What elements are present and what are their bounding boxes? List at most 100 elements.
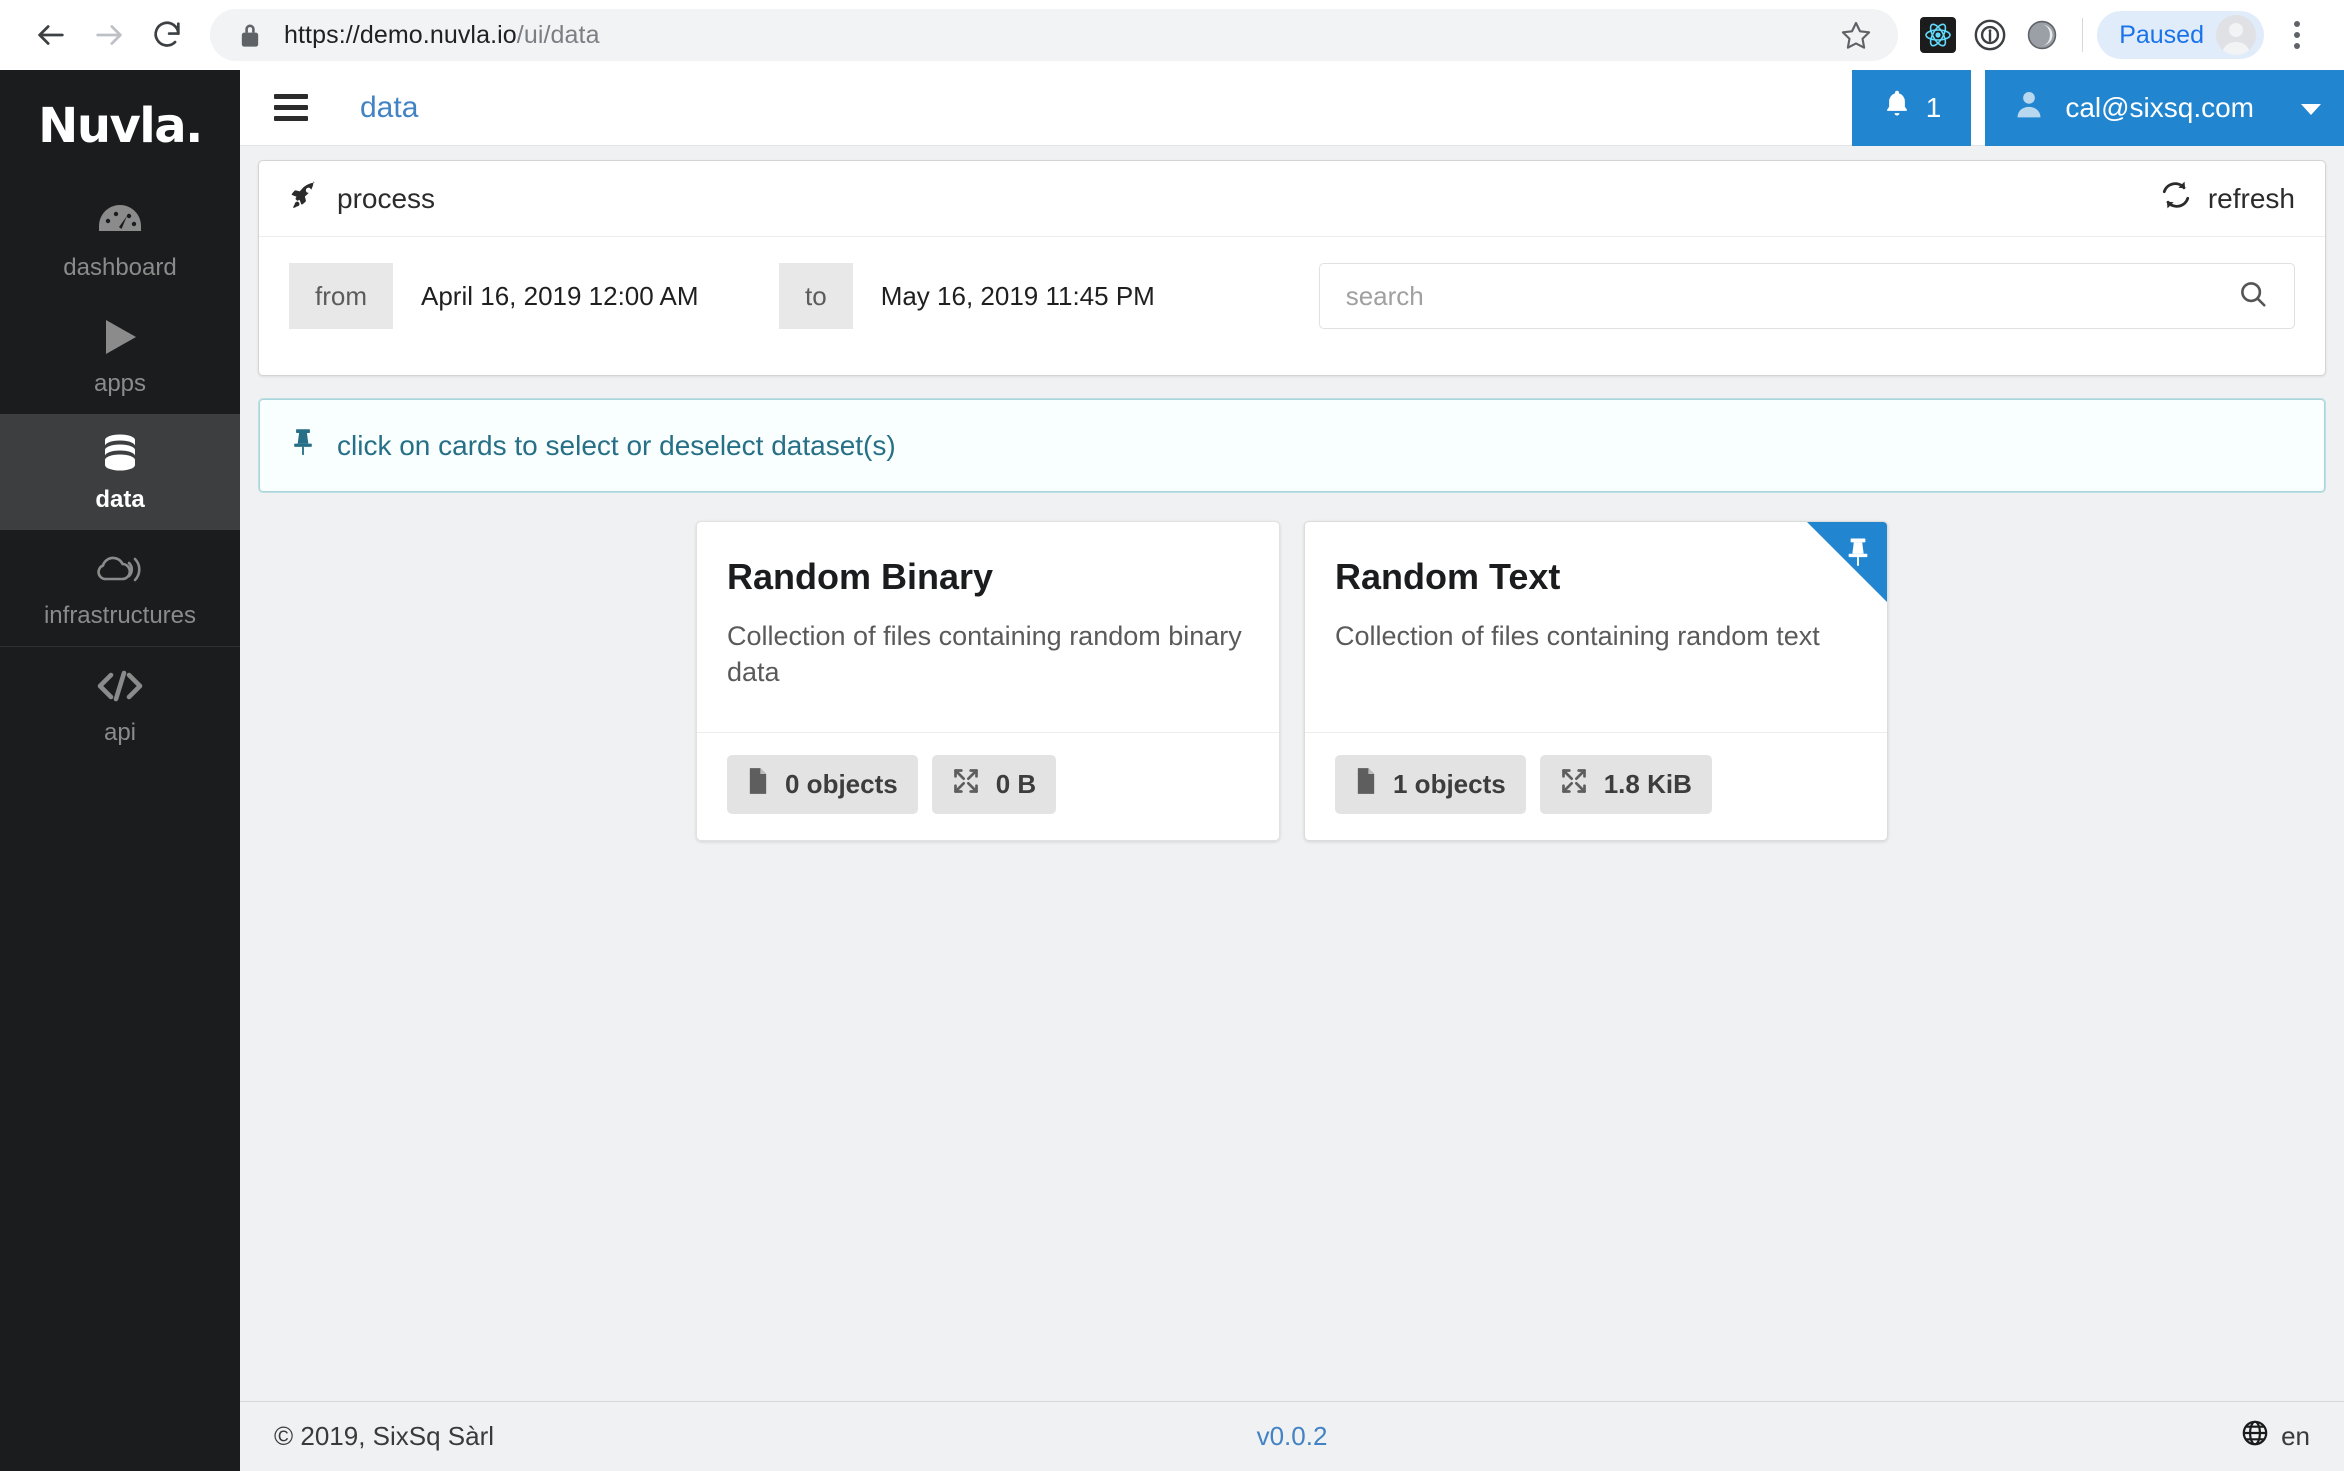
kebab-menu-icon[interactable] [2272,9,2322,61]
info-message: click on cards to select or deselect dat… [258,398,2326,493]
dataset-card-footer: 1 objects 1.8 KiB [1305,732,1887,840]
dataset-card-body: Random Text Collection of files containi… [1305,522,1887,732]
sidebar-item-data[interactable]: data [0,414,240,530]
profile-pill[interactable]: Paused [2097,11,2264,59]
extension-icon[interactable] [2016,9,2068,61]
dataset-card-title: Random Text [1335,556,1561,597]
user-menu-button[interactable]: cal@sixsq.com [1985,69,2344,146]
to-label: to [779,263,853,329]
nuvla-logo[interactable]: Nuvla. [0,70,240,182]
hamburger-icon[interactable] [274,94,308,121]
avatar-icon [2216,15,2256,55]
search-icon[interactable] [2238,279,2268,314]
dataset-card-title: Random Binary [727,556,994,597]
version-link[interactable]: v0.0.2 [1257,1421,1328,1452]
size-label: 1.8 KiB [1603,769,1692,799]
star-icon[interactable] [1840,19,1872,51]
pin-icon [289,427,317,464]
refresh-button[interactable]: refresh [2160,179,2295,218]
size-label: 0 B [995,769,1037,799]
kebab-dot [2294,43,2300,49]
sidebar-item-infrastructures[interactable]: infrastructures [0,530,240,646]
refresh-label: refresh [2207,182,2295,214]
lock-icon [238,21,262,49]
dataset-card-body: Random Binary Collection of files contai… [697,522,1279,732]
arrow-left-icon [34,18,68,52]
dataset-card-description: Collection of files containing random te… [1335,621,1820,651]
object-count-label: 0 objects [785,769,898,799]
dataset-card-random-text[interactable]: Random Text Collection of files containi… [1304,521,1888,841]
logo-text: Nuvla. [38,98,203,154]
dataset-card-description: Collection of files containing random bi… [727,621,1242,688]
to-date-input[interactable]: May 16, 2019 11:45 PM [852,263,1305,329]
play-triangle-icon [98,314,142,360]
object-count-chip: 0 objects [727,755,918,814]
copyright-label: © 2019, SixSq Sàrl [274,1421,495,1451]
process-panel-body: from April 16, 2019 12:00 AM to May 16, … [259,237,2325,375]
cloud-signal-icon [94,546,146,592]
sidebar-item-label: data [95,486,145,513]
top-bar: data 1 cal@sixsq.com [240,69,2344,146]
process-panel: process refresh from April 16, 2019 12:0… [258,160,2326,376]
search-input[interactable] [1345,280,2238,312]
from-date-input[interactable]: April 16, 2019 12:00 AM [393,263,779,329]
pin-icon [1843,536,1873,573]
database-icon [98,430,142,476]
arrow-right-icon [92,18,126,52]
process-title: process [337,182,436,214]
notifications-button[interactable]: 1 [1851,69,1972,146]
sidebar-item-apps[interactable]: apps [0,298,240,414]
size-chip: 1.8 KiB [1539,755,1712,814]
expand-arrows-icon [1560,767,1588,802]
dashboard-gauge-icon [97,198,143,244]
reload-icon [150,18,184,52]
hamburger-line [274,105,308,110]
kebab-dot [2294,21,2300,27]
caret-down-icon [2300,92,2322,124]
search-field-wrapper[interactable] [1318,263,2295,329]
forward-button[interactable] [80,6,138,64]
size-chip: 0 B [931,755,1057,814]
sidebar-item-label: apps [93,370,147,397]
address-bar[interactable]: https://demo.nuvla.io/ui/data [210,9,1899,61]
from-label: from [289,263,393,329]
dataset-card-random-binary[interactable]: Random Binary Collection of files contai… [696,521,1280,841]
sync-paused-label: Paused [2119,20,2204,49]
file-icon [747,767,769,802]
url-text: https://demo.nuvla.io/ui/data [284,21,1840,50]
chrome-divider [2082,18,2084,52]
url-domain: https://demo.nuvla.io [284,20,517,49]
breadcrumb[interactable]: data [360,91,418,125]
code-brackets-icon [95,663,145,709]
main-column: data 1 cal@sixsq.com process refresh fro… [240,69,2344,1471]
sidebar-item-api[interactable]: api [0,647,240,763]
user-email-label: cal@sixsq.com [2065,91,2254,123]
language-selector[interactable]: en [2241,1419,2310,1454]
sidebar: Nuvla. dashboard apps data infrastructur… [0,70,240,1471]
process-panel-header: process refresh [259,161,2325,237]
globe-icon [2241,1419,2269,1454]
browser-chrome: https://demo.nuvla.io/ui/data Paused [0,0,2344,70]
content-area: process refresh from April 16, 2019 12:0… [240,146,2344,1401]
sidebar-item-label: api [103,719,137,746]
hamburger-line [274,116,308,121]
notifications-count: 1 [1925,91,1942,123]
kebab-dot [2294,32,2300,38]
expand-arrows-icon [952,767,980,802]
app-footer: © 2019, SixSq Sàrl v0.0.2 en [240,1401,2344,1471]
object-count-label: 1 objects [1393,769,1506,799]
react-devtools-icon[interactable] [1912,9,1964,61]
dataset-card-footer: 0 objects 0 B [697,732,1279,840]
sidebar-item-label: dashboard [63,254,177,281]
dataset-cards-row: Random Binary Collection of files contai… [258,521,2326,841]
file-icon [1355,767,1377,802]
reload-button[interactable] [138,6,196,64]
bell-icon [1882,88,1912,127]
sidebar-item-label: infrastructures [43,602,197,629]
1password-icon[interactable] [1964,9,2016,61]
sidebar-item-dashboard[interactable]: dashboard [0,182,240,298]
back-button[interactable] [22,6,80,64]
url-path: /ui/data [516,20,600,49]
sync-icon [2160,179,2192,218]
language-label: en [2281,1421,2310,1451]
